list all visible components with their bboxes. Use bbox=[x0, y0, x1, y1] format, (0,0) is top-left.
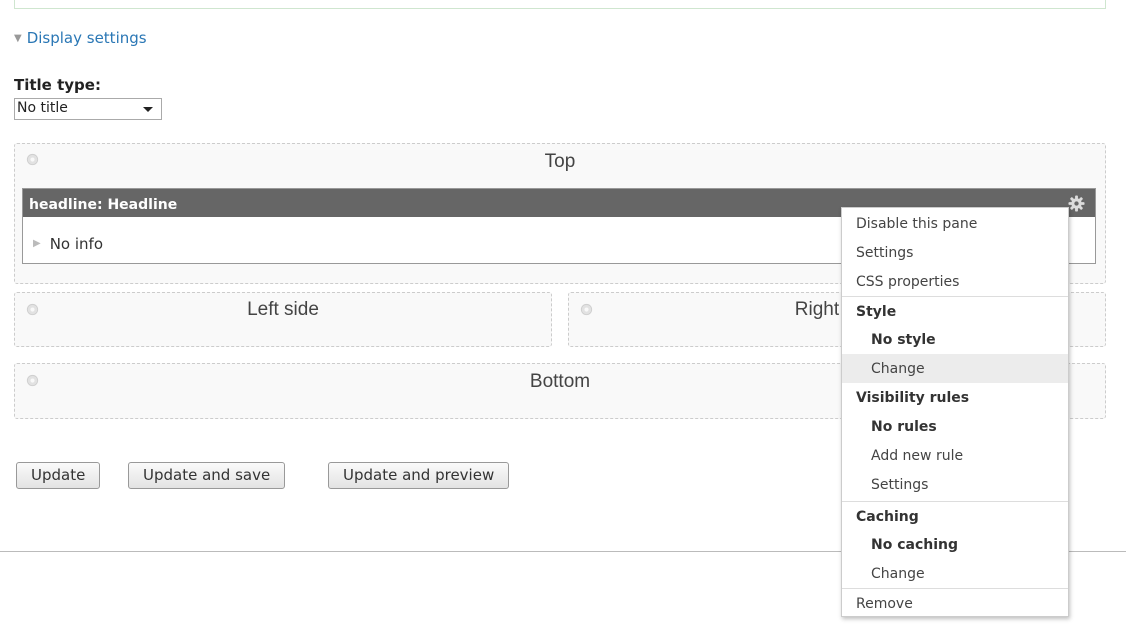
expand-triangle-icon: ▶ bbox=[33, 238, 41, 249]
menu-style-value: No style bbox=[871, 332, 936, 348]
dropdown-caret-icon bbox=[143, 107, 153, 112]
title-type-label: Title type: bbox=[14, 76, 101, 94]
menu-style-heading: Style bbox=[842, 296, 1068, 325]
region-left-title: Left side bbox=[247, 299, 319, 320]
pane-info-toggle[interactable]: ▶ No info bbox=[33, 235, 103, 253]
menu-remove[interactable]: Remove bbox=[842, 588, 1068, 617]
display-settings-label: Display settings bbox=[26, 29, 147, 47]
menu-visibility-heading: Visibility rules bbox=[856, 390, 970, 406]
pane-context-menu: Disable this pane Settings CSS propertie… bbox=[841, 207, 1069, 617]
menu-css-properties[interactable]: CSS properties bbox=[842, 267, 1068, 296]
previous-fieldset-border bbox=[14, 0, 1106, 9]
update-button[interactable]: Update bbox=[16, 462, 101, 489]
menu-caching-heading: Caching bbox=[842, 501, 1068, 530]
update-and-save-button[interactable]: Update and save bbox=[128, 462, 286, 489]
update-and-preview-button[interactable]: Update and preview bbox=[328, 462, 510, 489]
menu-disable-pane[interactable]: Disable this pane bbox=[842, 209, 1068, 238]
display-settings-toggle[interactable]: ▼ Display settings bbox=[14, 29, 147, 47]
menu-visibility-value: No rules bbox=[871, 419, 937, 435]
pane-gear-icon[interactable] bbox=[1068, 195, 1085, 212]
menu-style-change[interactable]: Change bbox=[842, 354, 1068, 383]
title-type-selected: No title bbox=[17, 100, 68, 116]
title-type-select[interactable]: No title bbox=[14, 98, 162, 120]
menu-caching-value: No caching bbox=[871, 537, 959, 553]
collapse-triangle-icon: ▼ bbox=[14, 33, 22, 44]
pane-title: headline: Headline bbox=[29, 197, 178, 213]
region-left: Left side bbox=[14, 292, 552, 347]
menu-add-new-rule[interactable]: Add new rule bbox=[842, 441, 1068, 470]
menu-caching-change[interactable]: Change bbox=[842, 559, 1068, 588]
menu-settings[interactable]: Settings bbox=[842, 238, 1068, 267]
menu-visibility-settings[interactable]: Settings bbox=[842, 470, 1068, 499]
pane-info-label: No info bbox=[49, 235, 104, 253]
region-top-title: Top bbox=[544, 151, 576, 172]
